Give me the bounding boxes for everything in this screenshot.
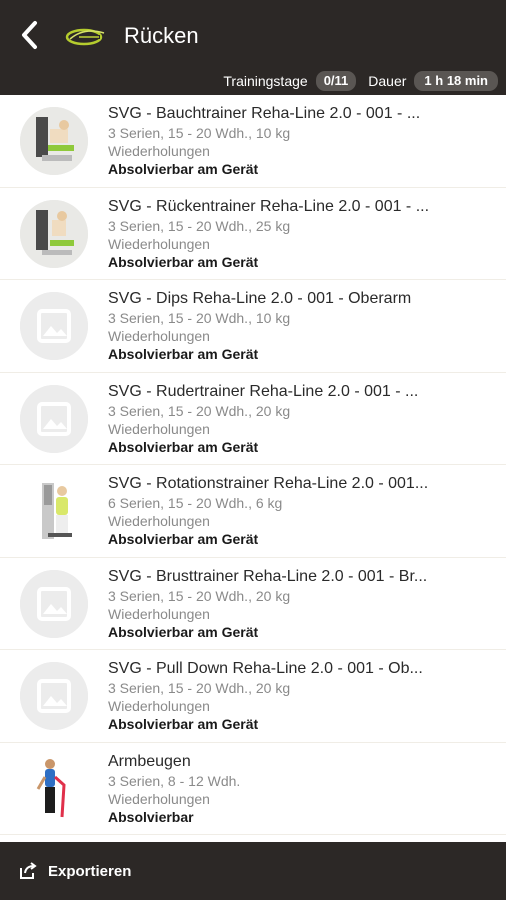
- exercise-sets: 3 Serien, 8 - 12 Wdh.: [108, 772, 241, 789]
- exercise-availability: Absolvierbar am Gerät: [108, 253, 259, 270]
- exercise-availability: Absolvierbar am Gerät: [108, 438, 259, 455]
- exercise-availability: Absolvierbar am Gerät: [108, 346, 259, 362]
- exercise-thumbnail: [20, 662, 88, 730]
- export-label: Exportieren: [48, 862, 132, 880]
- exercise-mode: Wiederholungen: [108, 235, 210, 252]
- exercise-item[interactable]: SVG - Brusttrainer Reha-Line 2.0 - 001 -…: [0, 558, 506, 650]
- export-button[interactable]: Exportieren: [18, 861, 131, 881]
- duration-badge: 1 h 18 min: [414, 71, 498, 91]
- duration-label: Dauer: [368, 73, 407, 89]
- exercise-availability: Absolvierbar am Gerät: [108, 623, 259, 640]
- exercise-availability: Absolvierbar am Gerät: [108, 531, 259, 547]
- exercise-mode: Wiederholungen: [108, 328, 210, 344]
- training-days-badge: 0/11: [315, 71, 357, 91]
- exercise-availability: Absolvierbar am Gerät: [108, 161, 259, 177]
- exercise-thumbnail: [20, 384, 88, 453]
- chevron-left-icon: [22, 21, 37, 49]
- exercise-thumbnail: [20, 569, 88, 638]
- exercise-mode: Wiederholungen: [108, 698, 210, 714]
- exercise-sets: 3 Serien, 15 - 20 Wdh., 20 kg: [108, 587, 291, 604]
- exercise-thumbnail: [20, 199, 88, 268]
- image-placeholder-icon: [20, 662, 88, 730]
- exercise-name: SVG - Rückentrainer Reha-Line 2.0 - 001 …: [108, 197, 430, 215]
- exercise-sets: 3 Serien, 15 - 20 Wdh., 10 kg: [108, 310, 291, 326]
- exercise-availability: Absolvierbar am Gerät: [108, 716, 259, 732]
- brand-logo: [64, 25, 108, 47]
- app-header: Rücken Trainingstage 0/11 Dauer 1 h 18 m…: [0, 0, 506, 95]
- export-icon: [20, 862, 37, 879]
- exercise-item[interactable]: Armbeugen 3 Serien, 8 - 12 Wdh. Wiederho…: [0, 743, 506, 835]
- exercise-sets: 3 Serien, 15 - 20 Wdh., 20 kg: [108, 680, 291, 696]
- exercise-mode: Wiederholungen: [108, 605, 210, 622]
- exercise-sets: 3 Serien, 15 - 20 Wdh., 20 kg: [108, 402, 291, 419]
- exercise-thumbnail: [20, 107, 88, 175]
- exercise-name: SVG - Brusttrainer Reha-Line 2.0 - 001 -…: [108, 567, 428, 585]
- exercise-name: SVG - Pull Down Reha-Line 2.0 - 001 - Ob…: [108, 660, 423, 677]
- exercise-sets: 3 Serien, 15 - 20 Wdh., 10 kg: [108, 125, 291, 141]
- exercise-sets: 6 Serien, 15 - 20 Wdh., 6 kg: [108, 495, 283, 511]
- exercise-name: SVG - Dips Reha-Line 2.0 - 001 - Oberarm: [108, 290, 412, 307]
- exercise-thumbnail: [20, 292, 88, 360]
- exercise-list: SVG - Bauchtrainer Reha-Line 2.0 - 001 -…: [0, 95, 506, 842]
- exercise-thumbnail: [20, 754, 88, 823]
- exercise-name: SVG - Bauchtrainer Reha-Line 2.0 - 001 -…: [108, 105, 421, 122]
- exercise-item[interactable]: SVG - Rudertrainer Reha-Line 2.0 - 001 -…: [0, 373, 506, 465]
- back-button[interactable]: [14, 18, 44, 52]
- exercise-thumbnail: [20, 477, 88, 545]
- exercise-mode: Wiederholungen: [108, 420, 210, 437]
- exercise-item[interactable]: SVG - Rotationstrainer Reha-Line 2.0 - 0…: [0, 465, 506, 558]
- exercise-sets: 3 Serien, 15 - 20 Wdh., 25 kg: [108, 217, 291, 234]
- exercise-name: SVG - Rudertrainer Reha-Line 2.0 - 001 -…: [108, 382, 419, 400]
- training-days-label: Trainingstage: [223, 73, 308, 89]
- footer-bar: Exportieren: [0, 842, 506, 900]
- page-title: Rücken: [124, 23, 199, 48]
- exercise-mode: Wiederholungen: [108, 513, 210, 529]
- exercise-item[interactable]: SVG - Dips Reha-Line 2.0 - 001 - Oberarm…: [0, 280, 506, 373]
- exercise-availability: Absolvierbar: [108, 808, 194, 825]
- exercise-mode: Wiederholungen: [108, 790, 210, 807]
- exercise-item[interactable]: SVG - Pull Down Reha-Line 2.0 - 001 - Ob…: [0, 650, 506, 743]
- exercise-item[interactable]: SVG - Rückentrainer Reha-Line 2.0 - 001 …: [0, 188, 506, 280]
- image-placeholder-icon: [20, 384, 88, 453]
- image-placeholder-icon: [20, 569, 88, 638]
- exercise-mode: Wiederholungen: [108, 143, 210, 159]
- exercise-name: Armbeugen: [108, 752, 191, 770]
- exercise-item[interactable]: SVG - Bauchtrainer Reha-Line 2.0 - 001 -…: [0, 95, 506, 188]
- training-stats: Trainingstage 0/11 Dauer 1 h 18 min: [223, 71, 498, 91]
- image-placeholder-icon: [20, 292, 88, 360]
- exercise-name: SVG - Rotationstrainer Reha-Line 2.0 - 0…: [108, 475, 429, 492]
